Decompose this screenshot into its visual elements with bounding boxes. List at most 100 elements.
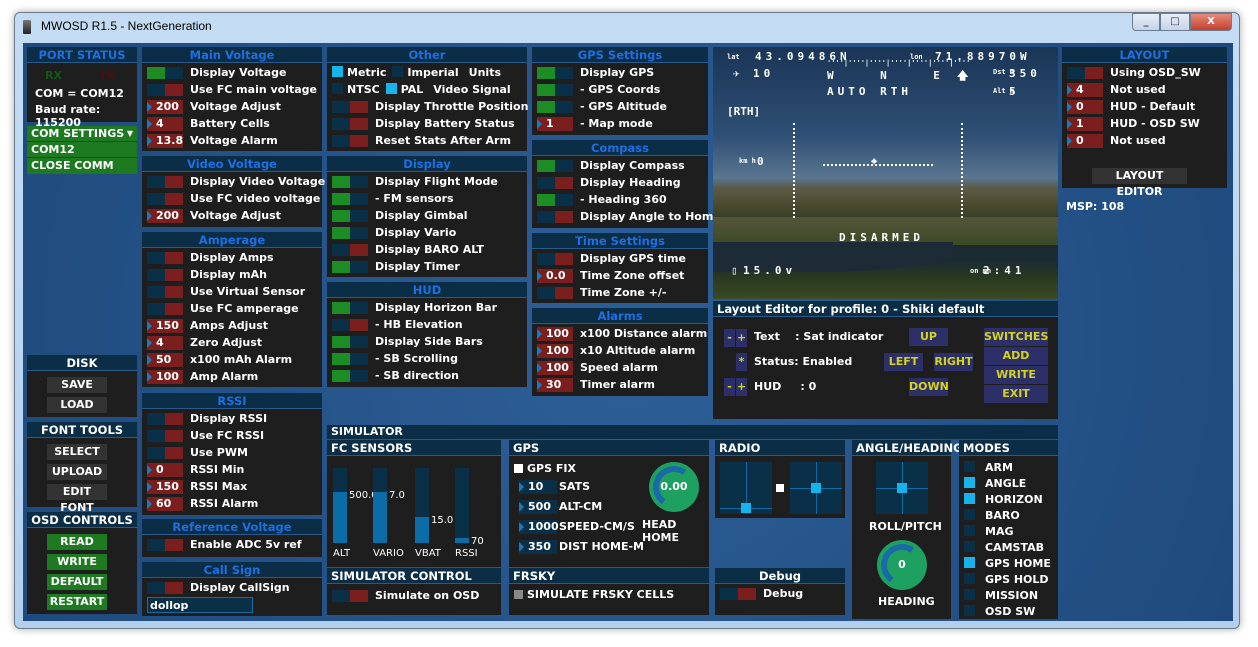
map-mode-stepper[interactable]: 1 xyxy=(537,117,573,131)
sb-direction-toggle[interactable] xyxy=(332,370,368,382)
display-gimbal-toggle[interactable] xyxy=(332,210,368,222)
read-button[interactable]: READ xyxy=(47,534,107,550)
hb-elevation-toggle[interactable] xyxy=(332,319,368,331)
x100-mah-alarm-stepper[interactable]: 50 xyxy=(147,353,183,367)
display-angle-to-home-toggle[interactable] xyxy=(537,211,573,223)
display-throttle-position-toggle[interactable] xyxy=(332,101,368,113)
left-stick-pad[interactable] xyxy=(720,462,772,514)
status-toggle-button[interactable]: * xyxy=(736,353,747,371)
save-button[interactable]: SAVE xyxy=(47,377,107,393)
use-fc-video-voltage-toggle[interactable] xyxy=(147,193,183,205)
speed-cm-s-stepper[interactable]: 1000 xyxy=(519,520,559,534)
move-down-button[interactable]: DOWN xyxy=(909,378,949,396)
time-zone-toggle[interactable] xyxy=(537,287,573,299)
use-pwm-toggle[interactable] xyxy=(147,447,183,459)
rssi-alarm-stepper[interactable]: 60 xyxy=(147,497,183,511)
mode-gps-home[interactable]: GPS HOME xyxy=(964,556,1051,572)
metric-radio[interactable]: Metric xyxy=(332,66,386,79)
display-mah-toggle[interactable] xyxy=(147,269,183,281)
sensor-slider[interactable] xyxy=(333,468,347,543)
ntsc-radio[interactable]: NTSC xyxy=(332,83,380,96)
right-stick-pad[interactable] xyxy=(790,462,842,514)
display-callsign-toggle[interactable] xyxy=(147,582,183,594)
load-button[interactable]: LOAD xyxy=(47,397,107,413)
stick-handle[interactable] xyxy=(811,483,821,493)
display-timer-toggle[interactable] xyxy=(332,261,368,273)
display-flight-mode-toggle[interactable] xyxy=(332,176,368,188)
display-side-bars-toggle[interactable] xyxy=(332,336,368,348)
simulate-osd-toggle[interactable] xyxy=(332,590,368,602)
enable-adc-5v-ref-toggle[interactable] xyxy=(147,539,183,551)
gps-fix-checkbox[interactable]: GPS FIX xyxy=(514,462,576,475)
frsky-cells-checkbox[interactable]: SIMULATE FRSKY CELLS xyxy=(514,588,674,601)
alt-cm-stepper[interactable]: 500 xyxy=(519,500,557,514)
x100-distance-alarm-stepper[interactable]: 100 xyxy=(537,327,573,341)
using-osd-sw-toggle[interactable] xyxy=(1067,67,1103,79)
sensor-slider[interactable] xyxy=(415,468,429,543)
rssi-max-stepper[interactable]: 150 xyxy=(147,480,183,494)
amp-alarm-stepper[interactable]: 100 xyxy=(147,370,183,384)
speed-alarm-stepper[interactable]: 100 xyxy=(537,361,573,375)
battery-cells-stepper[interactable]: 4 xyxy=(147,117,183,131)
com-settings-dropdown[interactable]: COM SETTINGS ▼ xyxy=(27,126,137,142)
write-button[interactable]: WRITE xyxy=(47,554,107,570)
callsign-input[interactable] xyxy=(147,597,253,613)
display-amps-toggle[interactable] xyxy=(147,252,183,264)
display-rssi-toggle[interactable] xyxy=(147,413,183,425)
switches-button[interactable]: SWITCHES xyxy=(984,328,1048,346)
close-button[interactable]: X xyxy=(1190,13,1232,31)
layout-editor-button[interactable]: LAYOUT EDITOR xyxy=(1092,168,1187,198)
display-voltage-toggle[interactable] xyxy=(147,67,183,79)
edit-font-button[interactable]: EDIT FONT xyxy=(47,484,107,514)
voltage-adjust-stepper[interactable]: 200 xyxy=(147,209,183,223)
amps-adjust-stepper[interactable]: 150 xyxy=(147,319,183,333)
display-gps-time-toggle[interactable] xyxy=(537,253,573,265)
pal-radio[interactable]: PAL xyxy=(385,83,423,96)
text-plus-button[interactable]: + xyxy=(736,329,747,347)
x10-altitude-alarm-stepper[interactable]: 100 xyxy=(537,344,573,358)
gps-coords-toggle[interactable] xyxy=(537,84,573,96)
display-heading-toggle[interactable] xyxy=(537,177,573,189)
maximize-button[interactable]: □ xyxy=(1160,13,1190,31)
mode-mag[interactable]: MAG xyxy=(964,524,1051,540)
text-minus-button[interactable]: - xyxy=(724,329,735,347)
hud-minus-button[interactable]: - xyxy=(724,378,735,396)
sats-stepper[interactable]: 10 xyxy=(519,480,557,494)
heading-360-toggle[interactable] xyxy=(537,194,573,206)
mode-camstab[interactable]: CAMSTAB xyxy=(964,540,1051,556)
mode-mission[interactable]: MISSION xyxy=(964,588,1051,604)
imperial-radio[interactable]: Imperial xyxy=(392,66,459,79)
mode-baro[interactable]: BARO xyxy=(964,508,1051,524)
roll-pitch-pad[interactable] xyxy=(876,462,928,514)
sensor-slider[interactable] xyxy=(455,468,469,543)
dist-home-m-stepper[interactable]: 350 xyxy=(519,540,557,554)
mode-osd-sw[interactable]: OSD SW xyxy=(964,604,1051,620)
timer-alarm-stepper[interactable]: 30 xyxy=(537,378,573,392)
reset-stats-after-arm-toggle[interactable] xyxy=(332,135,368,147)
display-gps-toggle[interactable] xyxy=(537,67,573,79)
debug-toggle[interactable] xyxy=(720,588,756,600)
head-home-dial[interactable]: 0.00 xyxy=(649,462,699,512)
close-comm-option[interactable]: CLOSE COMM xyxy=(27,158,137,174)
mode-gps-hold[interactable]: GPS HOLD xyxy=(964,572,1051,588)
not-used-stepper[interactable]: 4 xyxy=(1067,83,1103,97)
minimize-button[interactable]: _ xyxy=(1132,13,1160,31)
move-up-button[interactable]: UP xyxy=(909,328,948,346)
time-zone-offset-stepper[interactable]: 0.0 xyxy=(537,269,573,283)
com-port-option[interactable]: COM12 xyxy=(27,142,137,158)
mode-arm[interactable]: ARM xyxy=(964,460,1051,476)
voltage-alarm-stepper[interactable]: 13.8 xyxy=(147,134,183,148)
rssi-min-stepper[interactable]: 0 xyxy=(147,463,183,477)
sb-scrolling-toggle[interactable] xyxy=(332,353,368,365)
use-fc-amperage-toggle[interactable] xyxy=(147,303,183,315)
display-horizon-bar-toggle[interactable] xyxy=(332,302,368,314)
use-virtual-sensor-toggle[interactable] xyxy=(147,286,183,298)
hud-default-stepper[interactable]: 0 xyxy=(1067,100,1103,114)
use-fc-main-voltage-toggle[interactable] xyxy=(147,84,183,96)
move-right-button[interactable]: RIGHT xyxy=(934,353,973,371)
display-video-voltage-toggle[interactable] xyxy=(147,176,183,188)
stick-handle[interactable] xyxy=(741,503,751,513)
mode-angle[interactable]: ANGLE xyxy=(964,476,1051,492)
move-left-button[interactable]: LEFT xyxy=(884,353,923,371)
hud-osd-sw-stepper[interactable]: 1 xyxy=(1067,117,1103,131)
